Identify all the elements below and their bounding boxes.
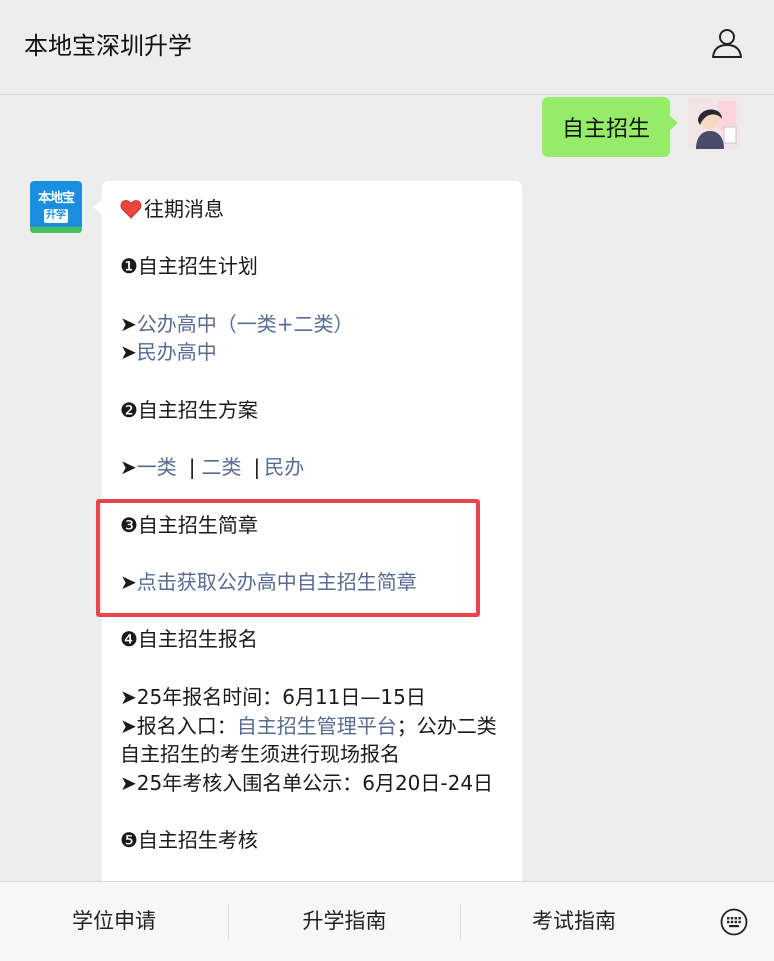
keyboard-icon[interactable]: [720, 908, 748, 936]
arrow-icon: ➤: [120, 340, 137, 365]
s1-link-line-1: ➤公办高中（一类+二类）: [120, 310, 512, 339]
arrow-icon: ➤: [120, 770, 137, 795]
link-plan-private[interactable]: 民办: [264, 455, 304, 479]
section-2-title: ❷自主招生方案: [120, 397, 258, 422]
arrow-icon: ➤: [120, 455, 137, 480]
registration-time: 25年报名时间：6月11日—15日: [136, 684, 426, 709]
avatar-logo-subtext: 升学: [44, 209, 68, 223]
arrow-icon: ➤: [120, 570, 137, 595]
avatar-logo-stripe: [30, 227, 82, 233]
link-plan-class-two[interactable]: 二类: [202, 455, 242, 479]
menu-item-degree-application[interactable]: 学位申请: [0, 882, 228, 961]
section-5-title: ❺自主招生考核: [120, 828, 258, 853]
chat-title: 本地宝深圳升学: [24, 32, 192, 60]
separator: |: [188, 455, 196, 480]
chat-header: 本地宝深圳升学: [0, 0, 774, 95]
chat-area[interactable]: 自主招生 本地宝 升学 往期消息 ❶自主招生计划 ➤公办高中（一类+二类） ➤民…: [0, 95, 774, 881]
link-brochure[interactable]: 点击获取公办高中自主招生简章: [137, 570, 417, 594]
s1-link-line-2: ➤民办高中: [120, 338, 512, 367]
registration-entry-label: 报名入口：: [136, 713, 237, 738]
profile-icon[interactable]: [710, 26, 744, 60]
section-4-title: ❹自主招生报名: [120, 627, 258, 652]
arrow-icon: ➤: [120, 311, 137, 336]
link-plan-class-one[interactable]: 一类: [137, 455, 177, 479]
official-account-avatar[interactable]: 本地宝 升学: [30, 181, 82, 233]
user-avatar[interactable]: [688, 97, 740, 149]
s4-entry-line: ➤报名入口：自主招生管理平台；公办二类自主招生的考生须进行现场报名: [120, 712, 512, 769]
bottom-menu: 学位申请 升学指南 考试指南: [0, 881, 774, 961]
avatar-logo-text: 本地宝: [37, 191, 75, 206]
menu-item-admission-guide[interactable]: 升学指南: [229, 882, 460, 961]
s4-time-line: ➤25年报名时间：6月11日—15日: [120, 683, 512, 712]
s4-publicity-line: ➤25年考核入围名单公示：6月20日-24日: [120, 769, 512, 798]
arrow-icon: ➤: [120, 684, 137, 709]
menu-item-exam-guide[interactable]: 考试指南: [461, 882, 687, 961]
section-1-title: ❶自主招生计划: [120, 254, 258, 279]
arrow-icon: ➤: [120, 713, 137, 738]
sent-message-bubble[interactable]: 自主招生: [541, 97, 679, 157]
s2-link-line: ➤一类 | 二类 | 民办: [120, 453, 512, 482]
received-message-bubble: 往期消息 ❶自主招生计划 ➤公办高中（一类+二类） ➤民办高中 ❷自主招生方案 …: [93, 181, 522, 881]
message-content: 往期消息 ❶自主招生计划 ➤公办高中（一类+二类） ➤民办高中 ❷自主招生方案 …: [120, 195, 512, 855]
message-heading: 往期消息: [144, 197, 224, 221]
publicity-time: 25年考核入围名单公示：6月20日-24日: [136, 770, 494, 795]
message-heading-line: 往期消息: [120, 195, 512, 224]
link-private-high-school[interactable]: 民办高中: [137, 340, 217, 364]
separator: |: [253, 455, 261, 480]
link-management-platform[interactable]: 自主招生管理平台: [237, 714, 397, 738]
heart-icon: [120, 200, 142, 219]
s3-link-line: ➤点击获取公办高中自主招生简章: [120, 568, 512, 597]
link-public-high-school[interactable]: 公办高中（一类+二类）: [137, 312, 354, 336]
section-3-title: ❸自主招生简章: [120, 512, 258, 537]
